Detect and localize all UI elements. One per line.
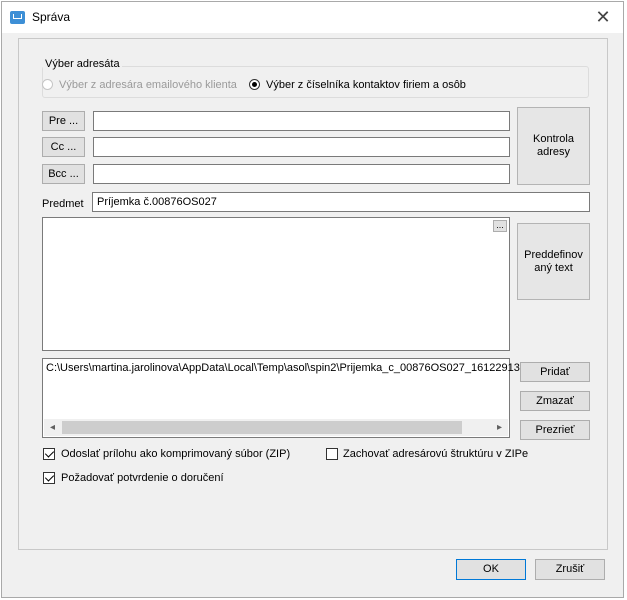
cc-field[interactable] — [93, 137, 510, 157]
radio-company-list-label: Výber z číselníka kontaktov firiem a osô… — [266, 79, 466, 91]
bcc-field[interactable] — [93, 164, 510, 184]
cancel-button[interactable]: Zrušiť — [535, 559, 605, 580]
radio-company-list[interactable] — [249, 79, 260, 90]
mail-app-icon — [10, 11, 25, 24]
attachments-hscrollbar[interactable]: ◂ ▸ — [44, 419, 508, 436]
ok-button[interactable]: OK — [456, 559, 526, 580]
delivery-receipt-label: Požadovať potvrdenie o doručení — [61, 472, 224, 484]
attachment-item[interactable]: C:\Users\martina.jarolinova\AppData\Loca… — [46, 362, 520, 374]
radio-email-client[interactable] — [42, 79, 53, 90]
scroll-left-icon[interactable]: ◂ — [44, 419, 61, 436]
check-address-button[interactable]: Kontrola adresy — [517, 107, 590, 185]
window-title: Správa — [32, 10, 70, 24]
cc-button[interactable]: Cc ... — [42, 137, 85, 157]
radio-email-client-label: Výber z adresára emailového klienta — [59, 79, 237, 91]
scroll-thumb[interactable] — [62, 421, 462, 434]
zip-checkbox[interactable] — [43, 448, 55, 460]
remove-attachment-button[interactable]: Zmazať — [520, 391, 590, 411]
recipient-group-legend: Výber adresáta — [43, 58, 122, 70]
close-icon[interactable]: ✕ — [591, 6, 615, 28]
to-button[interactable]: Pre ... — [42, 111, 85, 131]
message-body[interactable]: ... — [42, 217, 510, 351]
keep-structure-label: Zachovať adresárovú štruktúru v ZIPe — [343, 448, 528, 460]
subject-field[interactable]: Príjemka č.00876OS027 — [92, 192, 590, 212]
keep-structure-checkbox[interactable] — [326, 448, 338, 460]
view-attachment-button[interactable]: Prezrieť — [520, 420, 590, 440]
to-field[interactable] — [93, 111, 510, 131]
attachments-list[interactable]: C:\Users\martina.jarolinova\AppData\Loca… — [42, 358, 510, 438]
bcc-button[interactable]: Bcc ... — [42, 164, 85, 184]
delivery-receipt-checkbox[interactable] — [43, 472, 55, 484]
zip-checkbox-label: Odoslať prílohu ako komprimovaný súbor (… — [61, 448, 290, 460]
subject-label: Predmet — [42, 198, 84, 210]
body-ellipsis-button[interactable]: ... — [493, 220, 507, 232]
title-bar: Správa ✕ — [2, 2, 623, 33]
scroll-right-icon[interactable]: ▸ — [491, 419, 508, 436]
predefined-text-button[interactable]: Preddefinov aný text — [517, 223, 590, 300]
add-attachment-button[interactable]: Pridať — [520, 362, 590, 382]
